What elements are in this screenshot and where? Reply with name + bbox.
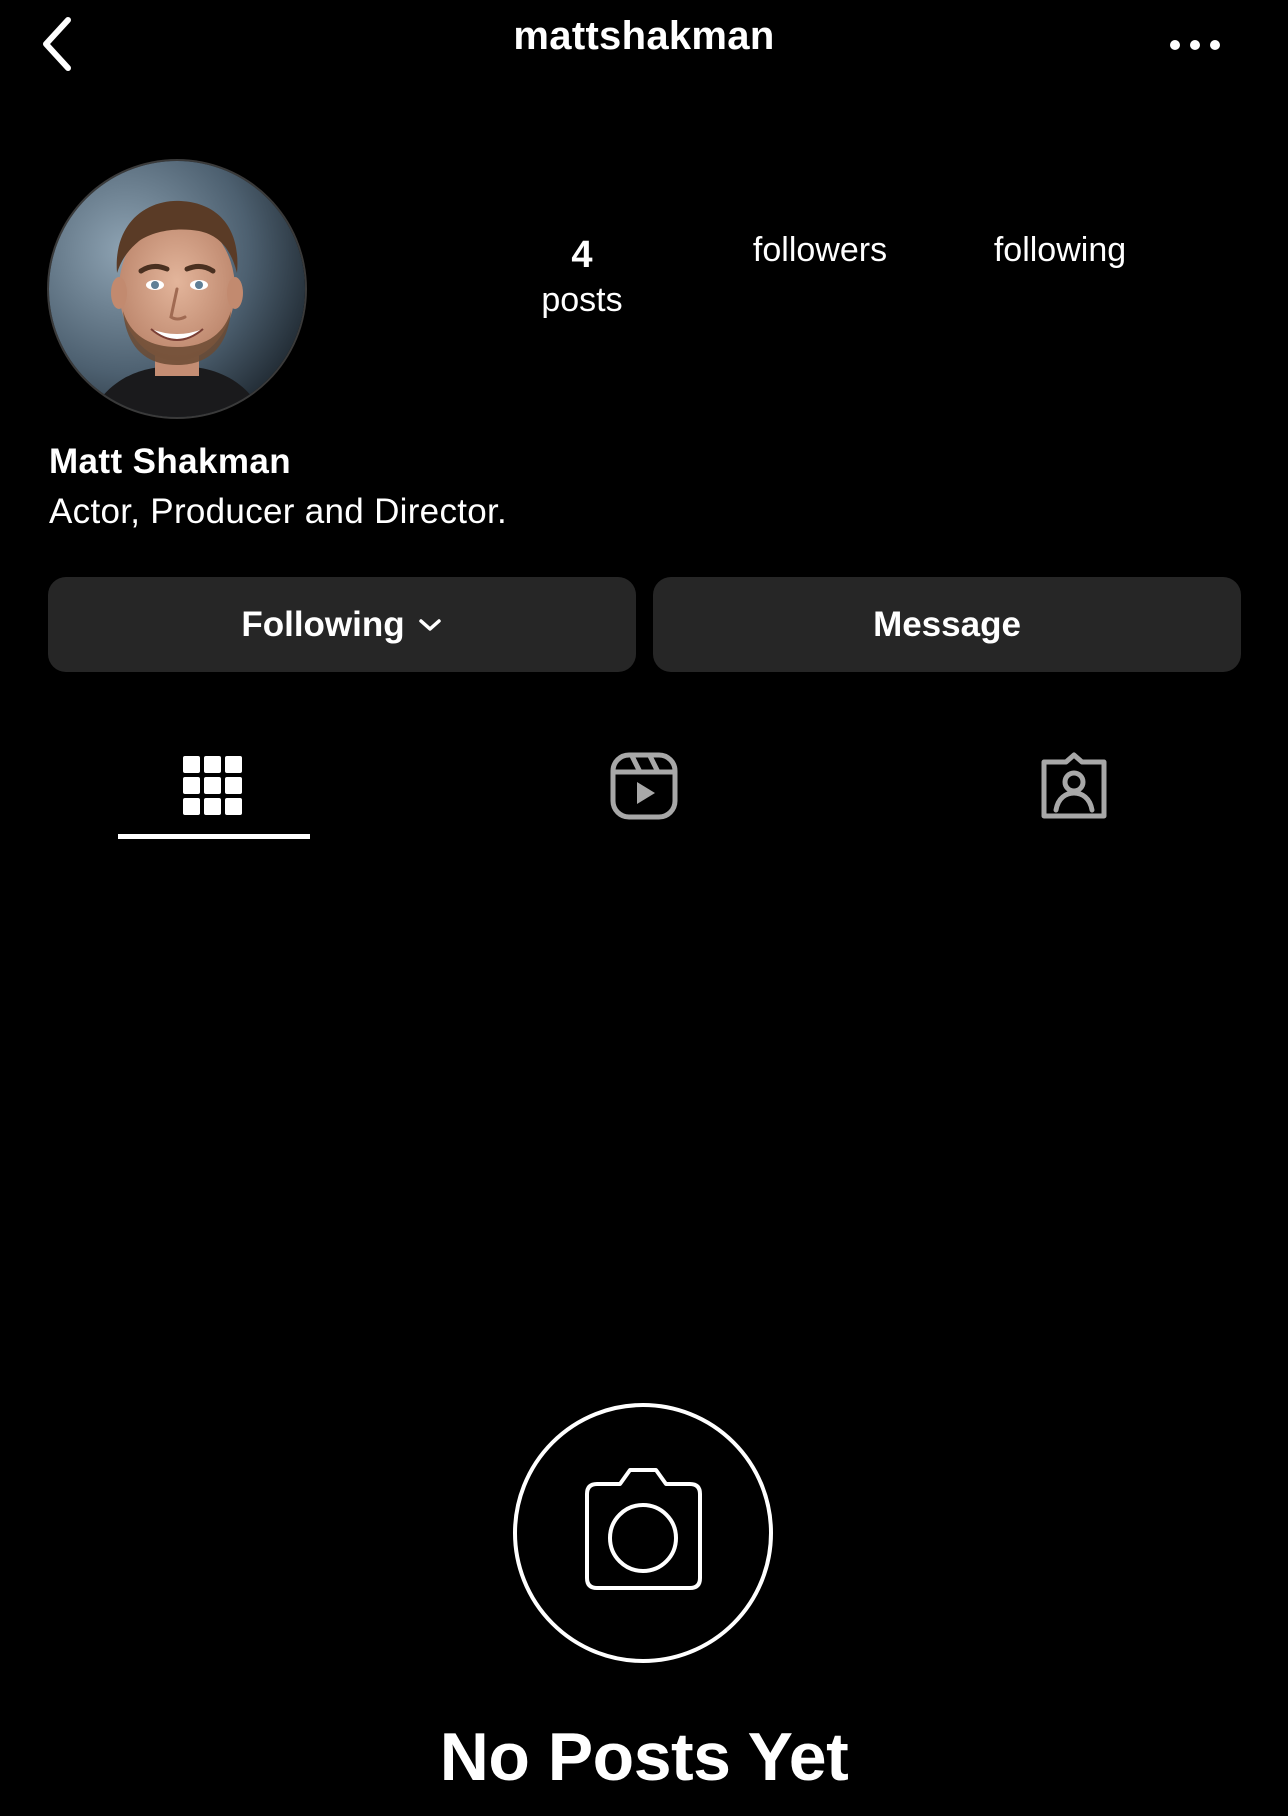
posts-stat: 4 posts xyxy=(520,232,644,322)
avatar[interactable] xyxy=(49,161,305,417)
followers-label: followers xyxy=(752,231,888,269)
header-username: mattshakman xyxy=(513,14,775,58)
tagged-person-icon xyxy=(1041,752,1107,819)
posts-label: posts xyxy=(541,281,623,319)
chevron-down-icon xyxy=(417,616,443,634)
selected-tab-indicator xyxy=(118,834,310,839)
empty-state-camera xyxy=(512,1402,774,1664)
bio-text: Actor, Producer and Director. xyxy=(49,492,508,531)
empty-state-title: No Posts Yet xyxy=(439,1719,849,1795)
posts-count: 4 xyxy=(571,234,593,276)
following-label: following xyxy=(993,231,1127,269)
tab-tagged[interactable] xyxy=(979,730,1169,842)
more-options-button[interactable] xyxy=(1160,18,1230,72)
following-button-label: Following xyxy=(241,604,405,644)
avatar-photo xyxy=(49,161,305,417)
following-button[interactable]: Following xyxy=(48,577,636,672)
message-button[interactable]: Message xyxy=(653,577,1241,672)
tab-reels[interactable] xyxy=(549,730,739,842)
reels-icon xyxy=(610,752,678,820)
following-stat[interactable]: following xyxy=(960,228,1160,272)
more-horizontal-icon xyxy=(1170,40,1220,50)
tab-posts-grid[interactable] xyxy=(118,730,308,842)
display-name: Matt Shakman xyxy=(49,442,292,481)
message-button-label: Message xyxy=(873,604,1021,644)
camera-icon xyxy=(513,1403,773,1663)
grid-icon xyxy=(183,756,242,815)
followers-stat[interactable]: followers xyxy=(720,228,920,272)
